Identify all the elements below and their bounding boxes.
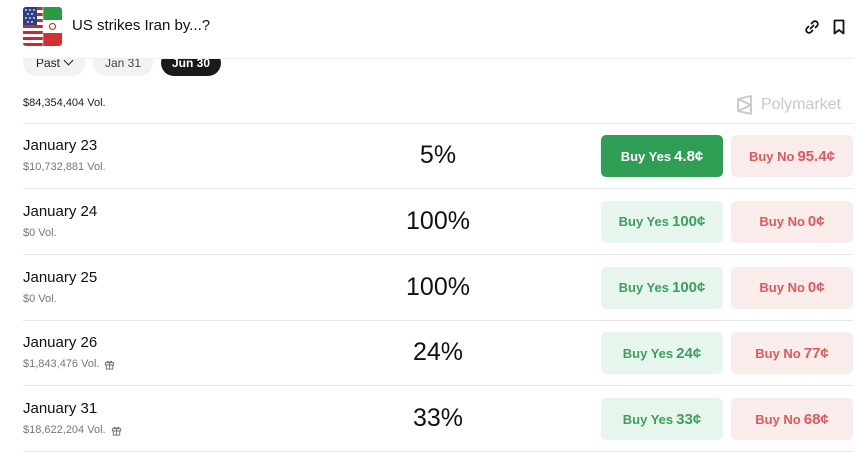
gift-icon: [111, 426, 121, 436]
market-chance: 100%: [406, 272, 470, 301]
buy-no-button[interactable]: Buy No 95.4¢: [731, 135, 853, 177]
buy-yes-button[interactable]: Buy Yes 33¢: [601, 398, 723, 441]
market-volume: $10,732,881 Vol.: [23, 161, 106, 173]
market-chance: 33%: [412, 404, 464, 433]
buy-no-label: Buy No: [759, 280, 805, 296]
market-volume: $0 Vol.: [23, 227, 57, 239]
market-volume: $0 Vol.: [23, 293, 57, 305]
buy-no-label: Buy No: [755, 411, 801, 427]
market-row[interactable]: January 26 $1,843,476 Vol. 24% Buy Yes 24¢ Bu…: [23, 321, 853, 387]
market-row[interactable]: January 24 $0 Vol. 100% Buy Yes 100¢ Buy No 0¢: [23, 190, 853, 255]
buy-yes-price: 100¢: [671, 279, 706, 297]
market-volume-text: $0 Vol.: [23, 292, 57, 305]
buy-yes-label: Buy Yes: [622, 345, 674, 361]
buy-no-price: 77¢: [803, 344, 829, 362]
market-chance: 24%: [412, 338, 464, 367]
link-icon[interactable]: [803, 18, 821, 36]
buy-no-price: 0¢: [807, 213, 825, 231]
market-date: January 23: [23, 137, 98, 154]
market-volume-text: $10,732,881 Vol.: [23, 161, 106, 173]
gift-icon: [105, 360, 115, 370]
bookmark-icon[interactable]: [830, 18, 848, 36]
us-iran-flag-icon: [23, 7, 62, 46]
polymarket-brand-text: Polymarket: [761, 96, 842, 113]
buy-yes-label: Buy Yes: [618, 214, 669, 230]
market-volume: $1,843,476 Vol.: [23, 358, 115, 370]
buy-yes-price: 100¢: [671, 213, 706, 231]
market-header: US strikes Iran by...?: [0, 0, 856, 58]
market-row[interactable]: January 31 $18,622,204 Vol. 33% Buy Yes 33¢ B…: [23, 387, 853, 452]
buy-yes-price: 24¢: [676, 344, 702, 362]
buy-yes-button[interactable]: Buy Yes 4.8¢: [601, 135, 723, 177]
buy-no-label: Buy No: [755, 345, 801, 361]
buy-yes-label: Buy Yes: [620, 148, 672, 164]
buy-no-price: 95.4¢: [797, 147, 836, 165]
market-date: January 31: [23, 400, 98, 418]
market-volume-text: $1,843,476 Vol.: [23, 358, 100, 371]
buy-yes-label: Buy Yes: [618, 280, 669, 296]
market-date: January 26: [23, 334, 98, 352]
buy-yes-button[interactable]: Buy Yes 24¢: [601, 332, 723, 375]
buy-no-button[interactable]: Buy No 77¢: [731, 332, 853, 375]
buy-no-price: 68¢: [803, 410, 829, 428]
market-title: US strikes Iran by...?: [72, 17, 211, 34]
market-chance: 5%: [419, 141, 457, 169]
buy-no-button[interactable]: Buy No 0¢: [731, 200, 853, 243]
buy-yes-price: 33¢: [676, 410, 702, 428]
buy-no-button[interactable]: Buy No 68¢: [731, 398, 853, 441]
buy-no-label: Buy No: [748, 148, 795, 164]
polymarket-logo: Polymarket: [736, 95, 841, 115]
buy-yes-price: 4.8¢: [674, 147, 704, 165]
header-divider: [23, 58, 853, 59]
buy-yes-button[interactable]: Buy Yes 100¢: [601, 266, 723, 309]
market-chance: 100%: [406, 206, 470, 235]
market-volume: $18,622,204 Vol.: [23, 424, 122, 436]
buy-no-price: 0¢: [807, 279, 825, 297]
total-volume: $84,354,404 Vol.: [23, 97, 106, 109]
buy-no-label: Buy No: [759, 214, 805, 230]
polymarket-logo-icon: [737, 95, 752, 115]
market-row[interactable]: January 25 $0 Vol. 100% Buy Yes 100¢ Buy No 0¢: [23, 256, 853, 321]
buy-no-button[interactable]: Buy No 0¢: [731, 266, 853, 309]
market-row[interactable]: January 23 $10,732,881 Vol. 5% Buy Yes 4.8¢ B…: [23, 124, 853, 189]
market-volume-text: $18,622,204 Vol.: [23, 424, 106, 437]
buy-yes-label: Buy Yes: [622, 411, 674, 427]
market-volume-text: $0 Vol.: [23, 226, 57, 239]
buy-yes-button[interactable]: Buy Yes 100¢: [601, 200, 723, 243]
market-date: January 25: [23, 268, 98, 286]
market-date: January 24: [23, 202, 98, 220]
